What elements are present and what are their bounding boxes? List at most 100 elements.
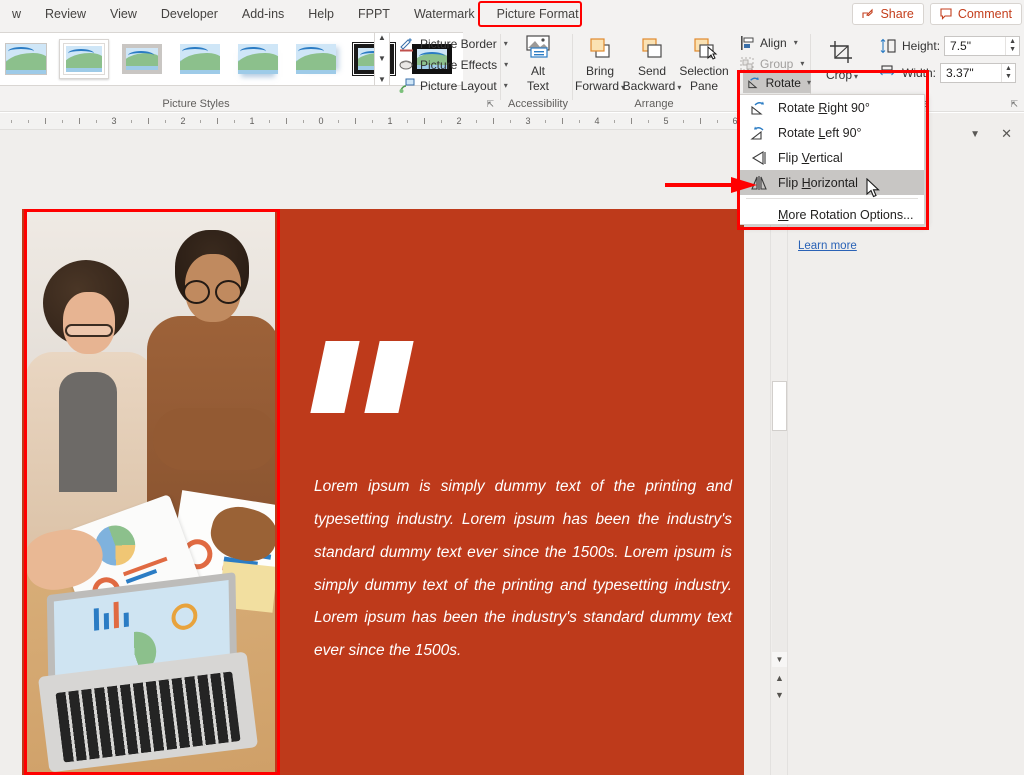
designer-dropdown-chevron-icon[interactable]: ▼ <box>970 129 980 140</box>
gallery-scroll-up-icon[interactable]: ▲ <box>378 34 386 42</box>
send-backward-label-2: Backward▾ <box>623 80 682 94</box>
ruler-tick: 3 <box>111 116 116 126</box>
comment-button[interactable]: Comment <box>930 3 1022 25</box>
menu-item-more-rotation-options[interactable]: More Rotation Options... <box>740 202 924 227</box>
tab-developer[interactable]: Developer <box>149 3 230 25</box>
menu-item-rotate-left-90[interactable]: Rotate Left 90° <box>740 120 924 145</box>
picture-effects-icon <box>399 57 415 73</box>
slide-work-area[interactable]: Lorem ipsum is simply dummy text of the … <box>0 130 772 775</box>
gallery-more-icon[interactable]: ▼ <box>378 76 386 84</box>
slide-canvas[interactable]: Lorem ipsum is simply dummy text of the … <box>22 209 744 775</box>
share-icon <box>862 8 875 20</box>
picture-effects-button[interactable]: Picture Effects ▾ <box>396 54 500 75</box>
annotation-arrow <box>665 176 757 194</box>
width-row: Width: 3.37" ▲ ▼ <box>880 63 1020 83</box>
tab-picture-format[interactable]: Picture Format <box>487 3 589 25</box>
tab-view[interactable]: View <box>98 3 149 25</box>
send-backward-icon <box>637 32 667 64</box>
gallery-scroll-down-icon[interactable]: ▼ <box>378 55 386 63</box>
size-dialog-launcher[interactable]: ⇱ <box>1010 99 1018 110</box>
height-stepper[interactable]: 7.5" ▲ ▼ <box>944 36 1020 56</box>
spinner-up-icon[interactable]: ▲ <box>1005 65 1012 73</box>
menu-item-label: Rotate Left 90° <box>778 126 862 140</box>
tab-review[interactable]: Review <box>33 3 98 25</box>
picture-layout-button[interactable]: Picture Layout ▾ <box>396 75 500 96</box>
photo-person-1-face <box>63 292 115 354</box>
ribbon-group-picture-buttons: Picture Border ▾ Picture Effects ▾ <box>396 28 500 112</box>
picture-style-thumb[interactable] <box>291 39 341 79</box>
next-slide-button[interactable]: ▼ <box>772 687 787 702</box>
menu-item-flip-vertical[interactable]: Flip Vertical <box>740 145 924 170</box>
scroll-down-button[interactable]: ▼ <box>772 652 787 667</box>
picture-styles-gallery[interactable] <box>0 32 463 86</box>
horizontal-ruler[interactable]: 3 2 1 0 1 2 3 4 5 6 <box>0 113 772 130</box>
picture-styles-dialog-launcher[interactable]: ⇱ <box>486 99 494 110</box>
group-label-picture-styles: Picture Styles <box>0 98 392 110</box>
height-spinner-arrows[interactable]: ▲ ▼ <box>1005 37 1019 55</box>
alt-text-button[interactable]: Alt Text <box>504 28 572 94</box>
selection-pane-label-2: Pane <box>690 80 718 94</box>
tab-help[interactable]: Help <box>296 3 346 25</box>
ruler-tick: 5 <box>663 116 668 126</box>
ruler-tick: 2 <box>456 116 461 126</box>
spinner-down-icon[interactable]: ▼ <box>1009 46 1016 54</box>
slide-photo[interactable] <box>25 212 275 772</box>
spinner-down-icon[interactable]: ▼ <box>1005 73 1012 81</box>
width-label: Width: <box>902 66 936 80</box>
picture-border-icon <box>399 36 415 52</box>
mouse-cursor <box>866 178 880 198</box>
chevron-down-icon[interactable]: ▾ <box>807 78 811 87</box>
tab-watermark[interactable]: Watermark <box>402 3 487 25</box>
group-label-accessibility: Accessibility <box>504 98 572 110</box>
ruler-tick: 3 <box>525 116 530 126</box>
designer-learn-more-link[interactable]: Learn more <box>798 240 857 252</box>
send-backward-button[interactable]: Send Backward▾ <box>626 28 678 94</box>
chevron-down-icon[interactable]: ▾ <box>794 38 798 47</box>
tab-picture-format-label: Picture Format <box>497 7 579 21</box>
width-stepper[interactable]: 3.37" ▲ ▼ <box>940 63 1016 83</box>
picture-style-thumb[interactable] <box>59 39 109 79</box>
menu-item-label: Flip Vertical <box>778 151 843 165</box>
ribbon-tab-strip: w Review View Developer Add-ins Help FPP… <box>0 0 1024 28</box>
photo-person-2-glasses <box>183 280 210 304</box>
picture-style-thumb[interactable] <box>1 39 51 79</box>
scrollbar-thumb[interactable] <box>772 381 787 431</box>
bring-forward-button[interactable]: Bring Forward▾ <box>574 28 626 94</box>
align-icon <box>739 35 755 51</box>
previous-slide-button[interactable]: ▲ <box>772 670 787 685</box>
picture-style-thumb[interactable] <box>175 39 225 79</box>
tab-add-ins[interactable]: Add-ins <box>230 3 296 25</box>
ribbon-group-arrange: Bring Forward▾ Send Backward▾ <box>574 28 734 112</box>
picture-border-button[interactable]: Picture Border ▾ <box>396 33 500 54</box>
spinner-up-icon[interactable]: ▲ <box>1009 38 1016 46</box>
rotate-button[interactable]: Rotate ▾ <box>743 72 811 93</box>
align-label: Align <box>760 36 787 50</box>
height-row: Height: 7.5" ▲ ▼ <box>880 36 1020 56</box>
alt-text-label-1: Alt <box>531 65 545 79</box>
bring-forward-label-2: Forward▾ <box>575 80 625 94</box>
menu-item-rotate-right-90[interactable]: Rotate Right 90° <box>740 95 924 120</box>
slide-body-text[interactable]: Lorem ipsum is simply dummy text of the … <box>314 471 732 668</box>
menu-item-flip-horizontal[interactable]: Flip Horizontal <box>740 170 924 195</box>
picture-style-thumb[interactable] <box>233 39 283 79</box>
menu-item-label: Rotate Right 90° <box>778 101 870 115</box>
height-value: 7.5" <box>950 39 1005 53</box>
rotate-dropdown-menu[interactable]: Rotate Right 90° Rotate Left 90° Flip Ve… <box>739 94 925 225</box>
ruler-tick: 4 <box>594 116 599 126</box>
width-icon <box>880 65 898 81</box>
crop-button[interactable]: Crop▾ <box>826 32 858 83</box>
share-label: Share <box>880 7 913 21</box>
designer-close-icon[interactable]: ✕ <box>1001 126 1012 142</box>
photo-person-1-glasses <box>65 324 113 337</box>
tab-fppt[interactable]: FPPT <box>346 3 402 25</box>
ruler-tick: 0 <box>318 116 323 126</box>
menu-divider <box>746 198 918 199</box>
selection-pane-button[interactable]: Selection Pane <box>678 28 730 94</box>
picture-style-thumb[interactable] <box>117 39 167 79</box>
gallery-scroll-controls[interactable]: ▲ ▼ ▼ <box>374 32 390 86</box>
picture-border-label: Picture Border <box>420 37 497 51</box>
share-button[interactable]: Share <box>852 3 923 25</box>
width-spinner-arrows[interactable]: ▲ ▼ <box>1001 64 1015 82</box>
tab-window[interactable]: w <box>0 3 33 25</box>
align-button[interactable]: Align ▾ <box>736 32 808 53</box>
